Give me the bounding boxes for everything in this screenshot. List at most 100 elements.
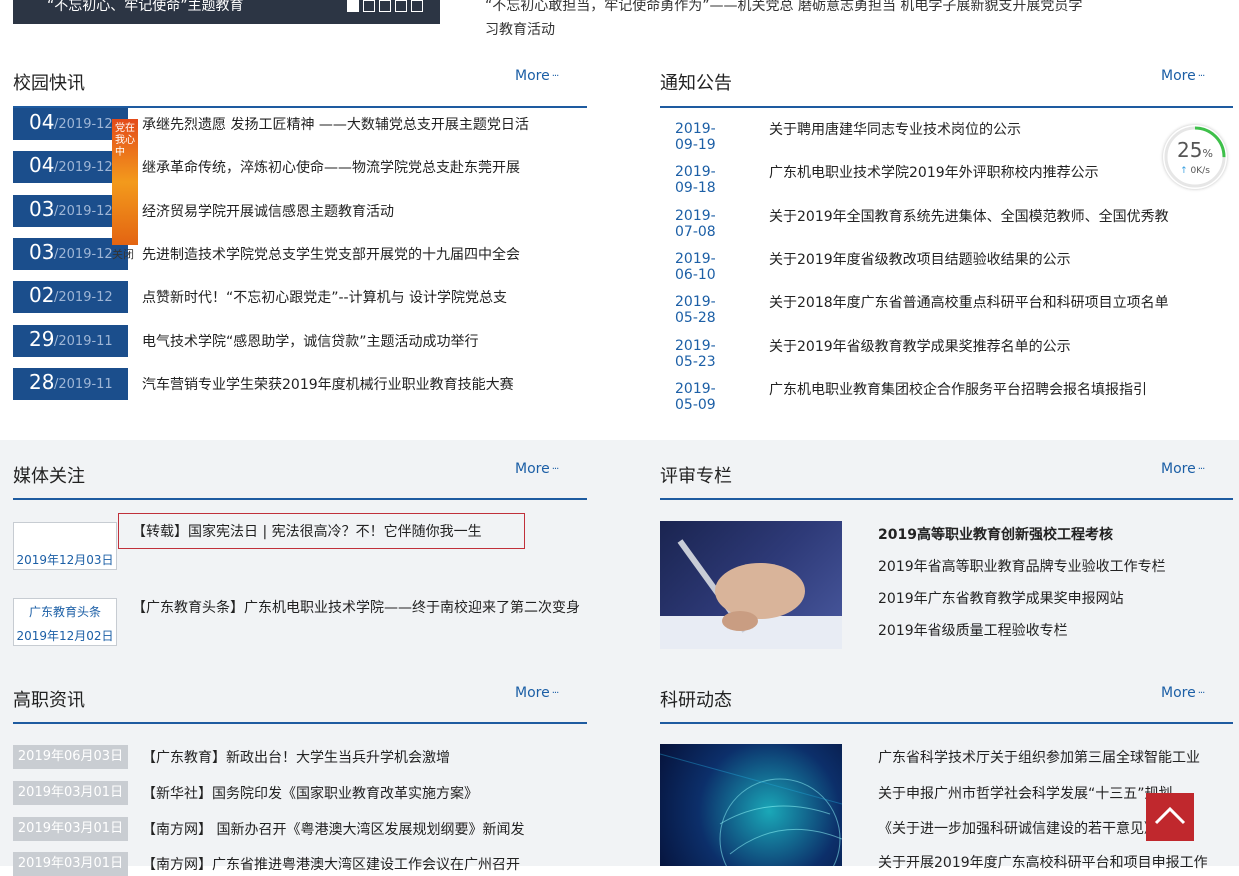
news-date-badge: 04/2019-12 bbox=[13, 108, 128, 140]
review-image-handwriting[interactable] bbox=[660, 521, 842, 649]
news-title-link[interactable]: 电气技术学院“感恩助学，诚信贷款”主题活动成功举行 bbox=[142, 331, 479, 351]
notice-date: 2019-05-09 bbox=[675, 381, 716, 413]
news-day: 28 bbox=[29, 370, 55, 394]
news-title-link[interactable]: 先进制造技术学院党总支学生党支部开展党的十九届四中全会 bbox=[142, 244, 520, 264]
section-title-campus-news: 校园快讯 bbox=[13, 73, 85, 94]
headline-news-link[interactable]: “不忘初心敢担当，牢记使命勇作为”——机关党总 磨砺意志勇担当 机电学子展新貌支… bbox=[485, 0, 1085, 42]
back-to-top-button[interactable] bbox=[1146, 793, 1194, 841]
review-link[interactable]: 2019高等职业教育创新强校工程考核 bbox=[878, 524, 1113, 544]
section-title-media: 媒体关注 bbox=[13, 466, 85, 487]
section-title-review: 评审专栏 bbox=[660, 466, 732, 487]
news-year-month: /2019-12 bbox=[54, 290, 113, 305]
news-day: 02 bbox=[29, 283, 55, 307]
slide-caption[interactable]: “不忘初心、牢记使命”主题教育 bbox=[47, 0, 244, 15]
speed-rate: ↑ 0K/s bbox=[1180, 166, 1210, 176]
floating-ad-text: 党在我心中 bbox=[115, 123, 135, 158]
section-divider bbox=[660, 498, 1233, 500]
slide-dot[interactable] bbox=[411, 0, 423, 12]
notice-title-link[interactable]: 关于2019年全国教育系统先进集体、全国模范教师、全国优秀教 bbox=[769, 206, 1169, 226]
vocational-title-link[interactable]: 【南方网】广东省推进粤港澳大湾区建设工作会议在广州召开 bbox=[142, 854, 520, 874]
notice-title-link[interactable]: 关于2019年度省级教改项目结题验收结果的公示 bbox=[769, 249, 1071, 269]
section-title-notices: 通知公告 bbox=[660, 73, 732, 94]
review-link[interactable]: 2019年省高等职业教育品牌专业验收工作专栏 bbox=[878, 556, 1166, 576]
research-image-globe[interactable] bbox=[660, 744, 842, 866]
notice-title-link[interactable]: 广东机电职业教育集团校企合作服务平台招聘会报名填报指引 bbox=[769, 379, 1147, 399]
campus-news-more-link[interactable]: More ··· bbox=[515, 68, 559, 84]
notice-date: 2019-06-10 bbox=[675, 251, 716, 283]
section-divider bbox=[660, 106, 1233, 108]
news-year-month: /2019-11 bbox=[54, 377, 113, 392]
media-item-link[interactable]: 【转载】国家宪法日 | 宪法很高冷？不！它伴随你我一生 bbox=[132, 520, 572, 545]
news-date-badge: 02/2019-12 bbox=[13, 281, 128, 313]
slide-dot[interactable] bbox=[363, 0, 375, 12]
media-source: 广东教育头条 bbox=[28, 605, 101, 619]
news-year-month: /2019-11 bbox=[54, 334, 113, 349]
news-title-link[interactable]: 继承革命传统，淬炼初心使命——物流学院党总支赴东莞开展 bbox=[142, 157, 520, 177]
slide-dot[interactable] bbox=[347, 0, 359, 12]
notice-date: 2019-05-28 bbox=[675, 294, 716, 326]
chevron-up-icon bbox=[1154, 806, 1186, 825]
notice-title-link[interactable]: 关于2019年省级教育教学成果奖推荐名单的公示 bbox=[769, 336, 1071, 356]
review-more-link[interactable]: More ··· bbox=[1161, 461, 1205, 477]
review-link[interactable]: 2019年广东省教育教学成果奖申报网站 bbox=[878, 588, 1124, 608]
news-title-link[interactable]: 点赞新时代！“不忘初心跟党走”--计算机与 设计学院党总支 bbox=[142, 287, 507, 307]
notice-date: 2019-09-18 bbox=[675, 164, 716, 196]
research-more-link[interactable]: More ··· bbox=[1161, 685, 1205, 701]
research-link[interactable]: 广东省科学技术厅关于组织参加第三届全球智能工业 bbox=[878, 747, 1200, 767]
research-link[interactable]: 关于申报广州市哲学社会科学发展“十三五”规划 bbox=[878, 783, 1173, 803]
news-year-month: /2019-12 bbox=[54, 117, 113, 132]
notice-date: 2019-05-23 bbox=[675, 338, 716, 370]
news-year-month: /2019-12 bbox=[54, 247, 113, 262]
notice-date: 2019-07-08 bbox=[675, 208, 716, 240]
notice-title-link[interactable]: 关于2018年度广东省普通高校重点科研平台和科研项目立项名单 bbox=[769, 292, 1169, 312]
notice-date: 2019-09-19 bbox=[675, 121, 716, 153]
news-year-month: /2019-12 bbox=[54, 160, 113, 175]
media-date-box: 广东教育头条 2019年12月02日 bbox=[13, 598, 117, 646]
vocational-date-badge: 2019年03月01日 bbox=[13, 781, 128, 805]
floating-ad-close-button[interactable]: 关闭 bbox=[112, 246, 134, 262]
notices-more-link[interactable]: More ··· bbox=[1161, 68, 1205, 84]
news-date-badge: 03/2019-12 bbox=[13, 238, 128, 270]
section-divider bbox=[13, 722, 587, 724]
review-link[interactable]: 2019年省级质量工程验收专栏 bbox=[878, 620, 1068, 640]
section-title-vocational: 高职资讯 bbox=[13, 690, 85, 711]
news-year-month: /2019-12 bbox=[54, 204, 113, 219]
media-date: 2019年12月03日 bbox=[16, 553, 114, 567]
media-item-link[interactable]: 【广东教育头条】广东机电职业技术学院——终于南校迎来了第二次变身 bbox=[132, 596, 588, 621]
news-title-link[interactable]: 经济贸易学院开展诚信感恩主题教育活动 bbox=[142, 201, 394, 221]
news-date-badge: 28/2019-11 bbox=[13, 368, 128, 400]
vocational-date-badge: 2019年03月01日 bbox=[13, 817, 128, 841]
news-day: 04 bbox=[29, 110, 55, 134]
news-date-badge: 04/2019-12 bbox=[13, 151, 128, 183]
vocational-title-link[interactable]: 【新华社】国务院印发《国家职业教育改革实施方案》 bbox=[142, 783, 478, 803]
media-date: 2019年12月02日 bbox=[16, 629, 114, 643]
vocational-title-link[interactable]: 【广东教育】新政出台！大学生当兵升学机会激增 bbox=[142, 747, 450, 767]
slide-dots bbox=[347, 0, 423, 12]
news-title-link[interactable]: 汽车营销专业学生荣获2019年度机械行业职业教育技能大赛 bbox=[142, 374, 514, 394]
news-day: 04 bbox=[29, 153, 55, 177]
network-speed-widget[interactable]: 25% ↑ 0K/s bbox=[1163, 125, 1227, 189]
vocational-date-badge: 2019年06月03日 bbox=[13, 745, 128, 769]
speed-percent: 25% bbox=[1177, 138, 1213, 162]
up-arrow-icon: ↑ bbox=[1180, 166, 1188, 176]
pen-writing-illustration bbox=[660, 539, 842, 649]
research-link[interactable]: 关于开展2019年度广东高校科研平台和项目申报工作 bbox=[878, 852, 1208, 872]
media-more-link[interactable]: More ··· bbox=[515, 461, 559, 477]
news-day: 03 bbox=[29, 240, 55, 264]
floating-ad[interactable]: 党在我心中 bbox=[112, 119, 138, 245]
vocational-more-link[interactable]: More ··· bbox=[515, 685, 559, 701]
news-title-link[interactable]: 承继先烈遗愿 发扬工匠精神 ——大数辅党总支开展主题党日活 bbox=[142, 114, 529, 134]
slide-dot[interactable] bbox=[395, 0, 407, 12]
slide-dot[interactable] bbox=[379, 0, 391, 12]
news-day: 29 bbox=[29, 327, 55, 351]
vocational-title-link[interactable]: 【南方网】 国新办召开《粤港澳大湾区发展规划纲要》新闻发 bbox=[142, 819, 524, 839]
section-title-research: 科研动态 bbox=[660, 690, 732, 711]
globe-illustration bbox=[660, 753, 842, 866]
slideshow-banner[interactable]: “不忘初心、牢记使命”主题教育 bbox=[13, 0, 440, 24]
news-day: 03 bbox=[29, 197, 55, 221]
media-date-box: 2019年12月03日 bbox=[13, 522, 117, 570]
notice-title-link[interactable]: 关于聘用唐建华同志专业技术岗位的公示 bbox=[769, 119, 1021, 139]
section-divider bbox=[660, 722, 1233, 724]
notice-title-link[interactable]: 广东机电职业技术学院2019年外评职称校内推荐公示 bbox=[769, 162, 1099, 182]
section-divider bbox=[13, 498, 587, 500]
